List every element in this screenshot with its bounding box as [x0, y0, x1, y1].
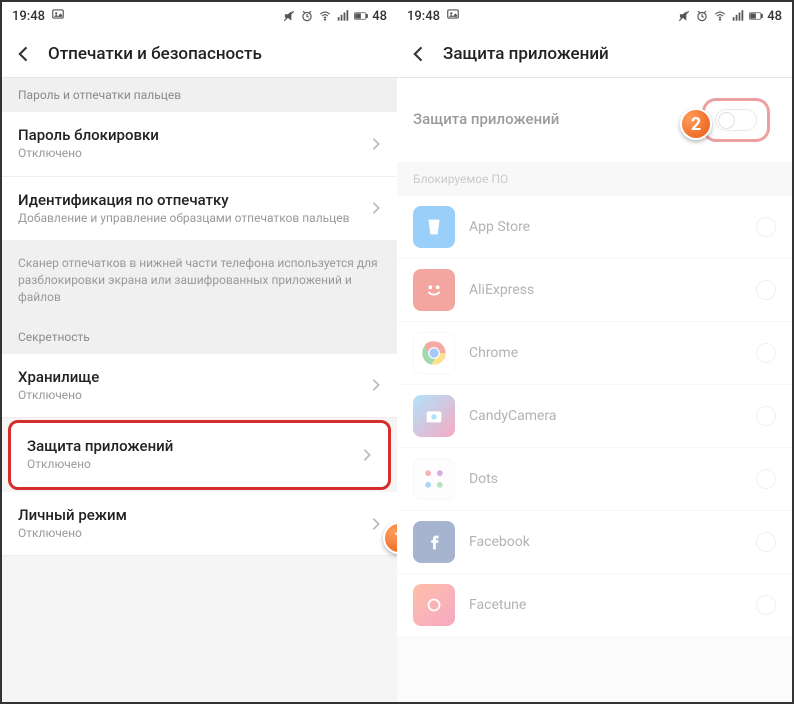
- app-radio[interactable]: [756, 469, 776, 489]
- app-radio[interactable]: [756, 217, 776, 237]
- fingerprint-info: Сканер отпечатков в нижней части телефон…: [2, 241, 397, 319]
- back-icon[interactable]: [409, 44, 429, 64]
- back-icon[interactable]: [14, 44, 34, 64]
- app-row-chrome[interactable]: Chrome: [397, 322, 792, 385]
- item-sub: Отключено: [27, 457, 362, 473]
- toggle-highlight: [702, 98, 770, 142]
- chevron-right-icon: [371, 378, 381, 392]
- item-title: Защита приложений: [27, 437, 362, 455]
- alarm-icon: [695, 9, 709, 23]
- phone-right: 19:48 48 Защита приложений Защита прилож…: [397, 2, 792, 702]
- app-name: Facetune: [469, 597, 742, 613]
- app-icon: [413, 584, 455, 626]
- item-sub: Добавление и управление образцами отпеча…: [18, 211, 371, 227]
- signal-icon: [731, 9, 745, 23]
- item-app-protection[interactable]: Защита приложений Отключено: [8, 420, 391, 490]
- battery-icon: [749, 9, 763, 23]
- item-title: Идентификация по отпечатку: [18, 191, 371, 209]
- item-title: Хранилище: [18, 368, 371, 386]
- app-protection-toggle[interactable]: [715, 109, 757, 131]
- app-row-facebook[interactable]: Facebook: [397, 511, 792, 574]
- chevron-right-icon: [371, 201, 381, 215]
- status-icons: 48: [677, 9, 782, 24]
- app-radio[interactable]: [756, 532, 776, 552]
- app-radio[interactable]: [756, 595, 776, 615]
- app-name: Chrome: [469, 345, 742, 361]
- mute-icon: [282, 9, 296, 23]
- toggle-label: Защита приложений: [413, 110, 559, 128]
- chevron-right-icon: [371, 137, 381, 151]
- app-name: App Store: [469, 219, 742, 235]
- app-icon: [413, 269, 455, 311]
- item-storage[interactable]: Хранилище Отключено: [2, 354, 397, 419]
- mute-icon: [677, 9, 691, 23]
- status-time: 19:48: [407, 9, 440, 24]
- item-private-mode[interactable]: Личный режим Отключено: [2, 492, 397, 557]
- app-icon: [413, 332, 455, 374]
- toggle-app-protection-row: Защита приложений: [397, 78, 792, 162]
- app-radio[interactable]: [756, 343, 776, 363]
- app-row-aliexpress[interactable]: AliExpress: [397, 259, 792, 322]
- app-name: CandyCamera: [469, 408, 742, 424]
- battery-percent: 48: [372, 9, 387, 24]
- alarm-icon: [300, 9, 314, 23]
- section-privacy: Секретность: [2, 320, 397, 354]
- header: Защита приложений: [397, 30, 792, 78]
- header: Отпечатки и безопасность: [2, 30, 397, 78]
- section-password: Пароль и отпечатки пальцев: [2, 78, 397, 112]
- app-row-appstore[interactable]: App Store: [397, 196, 792, 259]
- status-bar: 19:48 48: [397, 2, 792, 30]
- callout-badge-2: 2: [680, 108, 712, 140]
- app-radio[interactable]: [756, 406, 776, 426]
- battery-percent: 48: [767, 9, 782, 24]
- app-row-dots[interactable]: Dots: [397, 448, 792, 511]
- screenshot-icon: [446, 7, 460, 25]
- item-title: Личный режим: [18, 506, 371, 524]
- app-name: Dots: [469, 471, 742, 487]
- status-icons: 48: [282, 9, 387, 24]
- item-fingerprint[interactable]: Идентификация по отпечатку Добавление и …: [2, 177, 397, 242]
- app-icon: [413, 395, 455, 437]
- section-blocked-apps: Блокируемое ПО: [397, 162, 792, 196]
- page-title: Отпечатки и безопасность: [48, 44, 262, 64]
- status-time: 19:48: [12, 9, 45, 24]
- app-name: AliExpress: [469, 282, 742, 298]
- app-icon: [413, 206, 455, 248]
- app-radio[interactable]: [756, 280, 776, 300]
- item-sub: Отключено: [18, 526, 371, 542]
- app-row-facetune[interactable]: Facetune: [397, 574, 792, 637]
- item-title: Пароль блокировки: [18, 126, 371, 144]
- status-bar: 19:48 48: [2, 2, 397, 30]
- battery-icon: [354, 9, 368, 23]
- signal-icon: [336, 9, 350, 23]
- app-name: Facebook: [469, 534, 742, 550]
- item-sub: Отключено: [18, 388, 371, 404]
- screenshot-icon: [51, 7, 65, 25]
- item-lock-password[interactable]: Пароль блокировки Отключено: [2, 112, 397, 177]
- chevron-right-icon: [371, 517, 381, 531]
- page-title: Защита приложений: [443, 44, 609, 64]
- app-icon: [413, 521, 455, 563]
- app-icon: [413, 458, 455, 500]
- item-sub: Отключено: [18, 146, 371, 162]
- app-row-candycamera[interactable]: CandyCamera: [397, 385, 792, 448]
- wifi-icon: [713, 9, 727, 23]
- chevron-right-icon: [362, 448, 372, 462]
- phone-left: 19:48 48 Отпечатки и безопасность Пароль…: [2, 2, 397, 702]
- wifi-icon: [318, 9, 332, 23]
